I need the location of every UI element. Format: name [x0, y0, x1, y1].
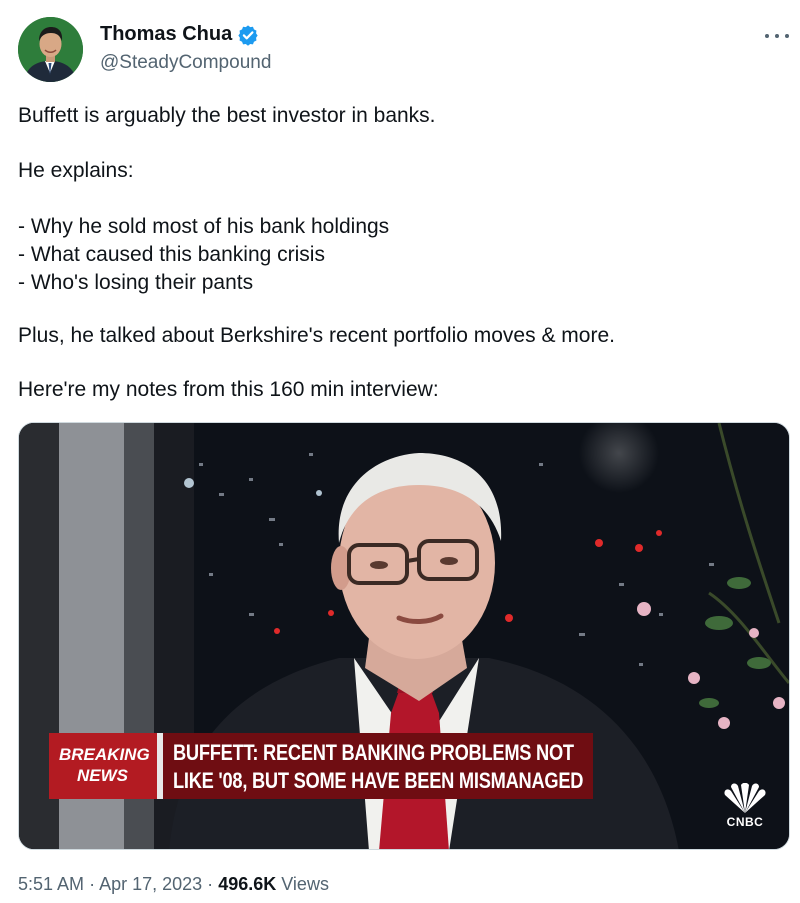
- more-dots-icon[interactable]: [764, 25, 790, 45]
- tweet-paragraph: Plus, he talked about Berkshire's recent…: [18, 324, 615, 347]
- breaking-label-line1: BREAKING: [59, 745, 150, 764]
- breaking-label-line2: NEWS: [77, 766, 128, 785]
- network-logo-text: CNBC: [726, 815, 764, 829]
- tweet-bullet-list: - Why he sold most of his bank holdings …: [18, 215, 390, 294]
- headline-line1: BUFFETT: RECENT BANKING PROBLEMS NOT: [173, 740, 574, 765]
- news-chyron: BREAKING NEWS BUFFETT: RECENT BANKING PR…: [49, 733, 593, 799]
- chyron-headline: BUFFETT: RECENT BANKING PROBLEMS NOT LIK…: [163, 733, 593, 799]
- views-count: 496.6K: [218, 874, 277, 894]
- tweet-paragraph: Buffett is arguably the best investor in…: [18, 104, 436, 127]
- video-thumbnail[interactable]: BREAKING NEWS BUFFETT: RECENT BANKING PR…: [18, 422, 790, 850]
- peacock-logo-icon: [724, 783, 766, 813]
- breaking-news-label: BREAKING NEWS: [49, 733, 157, 799]
- user-handle[interactable]: @SteadyCompound: [100, 52, 271, 74]
- meta-separator: ·: [207, 874, 214, 894]
- profile-photo-icon: [18, 17, 83, 82]
- avatar[interactable]: [18, 17, 83, 82]
- display-name[interactable]: Thomas Chua: [100, 23, 232, 46]
- network-logo: CNBC: [717, 783, 773, 831]
- tweet-paragraph: Here're my notes from this 160 min inter…: [18, 378, 439, 401]
- meta-separator: ·: [89, 874, 96, 894]
- headline-line2: LIKE '08, BUT SOME HAVE BEEN MISMANAGED: [173, 768, 584, 793]
- tweet-time[interactable]: 5:51 AM: [18, 874, 84, 894]
- tweet-paragraph: He explains:: [18, 159, 134, 182]
- views-label: Views: [281, 874, 329, 894]
- verified-badge-icon: [237, 24, 259, 46]
- tweet-header: Thomas Chua @SteadyCompound: [18, 17, 790, 83]
- name-row: Thomas Chua: [100, 23, 259, 46]
- tweet-meta: 5:51 AM · Apr 17, 2023 · 496.6K Views: [18, 874, 329, 895]
- tweet-date[interactable]: Apr 17, 2023: [99, 874, 202, 894]
